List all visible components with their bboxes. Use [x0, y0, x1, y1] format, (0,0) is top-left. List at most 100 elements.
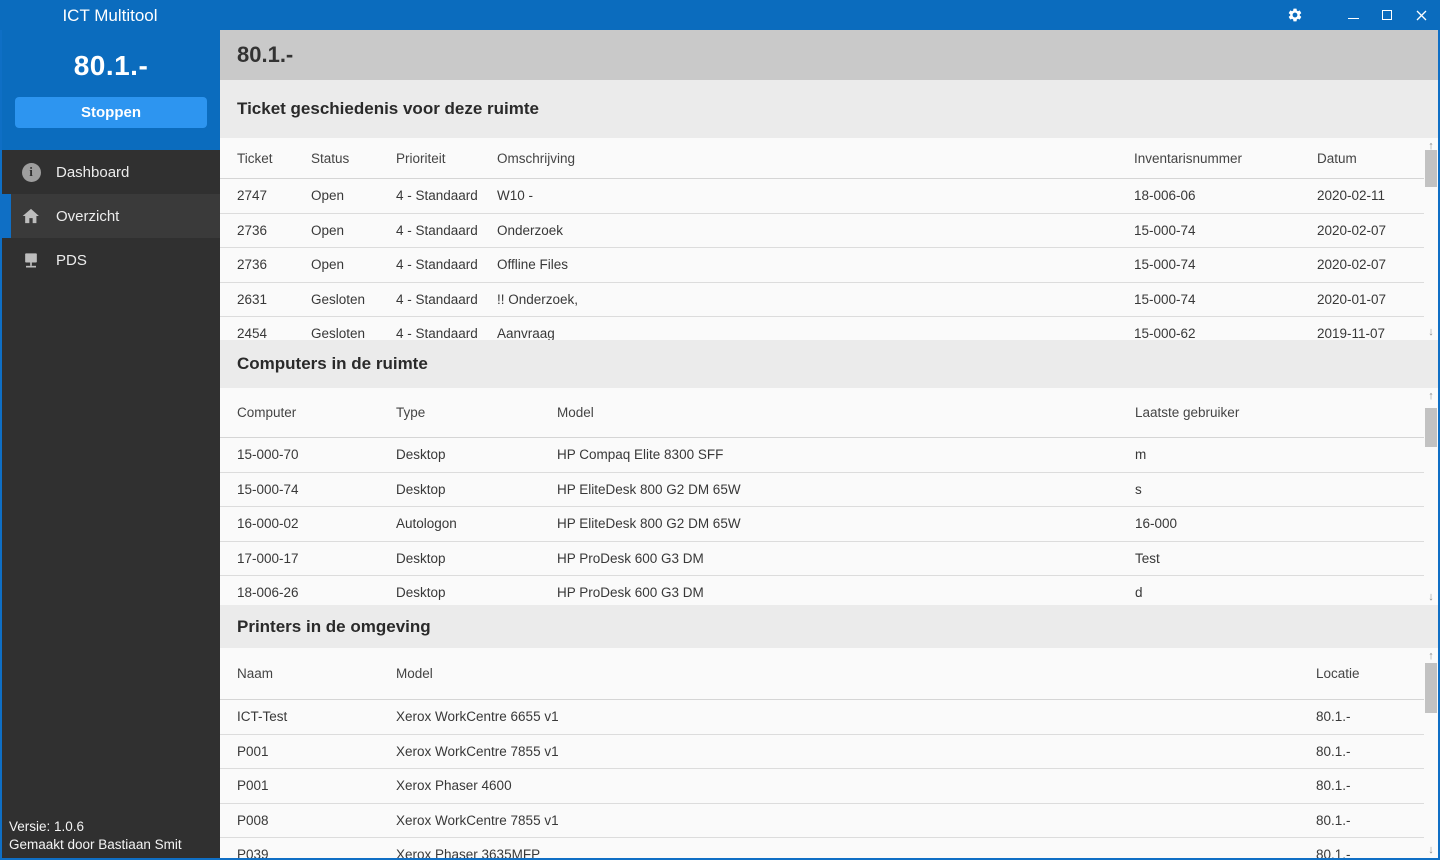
cell: Open: [311, 188, 345, 204]
cell: Xerox WorkCentre 6655 v1: [396, 709, 559, 725]
column-header: Status: [311, 150, 350, 166]
cell: Aanvraag: [497, 326, 555, 340]
table-row: 18-006-26 Desktop HP ProDesk 600 G3 DM d: [220, 576, 1438, 605]
cell: m: [1135, 447, 1147, 463]
table-row: 2747 Open 4 - Standaard W10 - 18-006-06 2020-…: [220, 179, 1438, 214]
cell: W10 -: [497, 188, 534, 204]
sidebar-item-label: PDS: [56, 251, 87, 269]
minimize-icon: [1347, 17, 1359, 19]
version-text: Versie: 1.0.6: [9, 819, 85, 834]
table-header-row: Computer Type Model Laatste gebruiker: [220, 388, 1438, 438]
cell: 4 - Standaard: [396, 222, 478, 238]
scroll-down-icon[interactable]: ↓: [1424, 843, 1438, 857]
cell: 2747: [237, 188, 268, 204]
table-row: 17-000-17 Desktop HP ProDesk 600 G3 DM Test: [220, 542, 1438, 576]
scrollbar-thumb[interactable]: [1425, 150, 1437, 187]
scroll-up-icon[interactable]: ↑: [1424, 649, 1438, 663]
vertical-scrollbar[interactable]: ↑ ↓: [1424, 648, 1438, 858]
cell: 15-000-74: [1134, 257, 1196, 273]
scrollbar-thumb[interactable]: [1425, 663, 1437, 713]
cell: Gesloten: [311, 326, 366, 340]
sidebar-item-overzicht[interactable]: Overzicht: [2, 194, 220, 238]
cell: 4 - Standaard: [396, 257, 478, 273]
cell: 80.1.-: [1316, 709, 1351, 725]
scroll-down-icon[interactable]: ↓: [1424, 590, 1438, 604]
sidebar-item-label: Overzicht: [56, 207, 120, 225]
column-header: Datum: [1317, 150, 1357, 166]
table-row: 15-000-70 Desktop HP Compaq Elite 8300 SFF…: [220, 438, 1438, 473]
cell: s: [1135, 481, 1142, 497]
cell: 18-006-06: [1134, 188, 1196, 204]
settings-button[interactable]: [1278, 0, 1312, 30]
cell: 2020-02-07: [1317, 257, 1387, 273]
cell: 80.1.-: [1316, 743, 1351, 759]
cell: P001: [237, 743, 269, 759]
sidebar-item-pds[interactable]: PDS: [2, 238, 220, 282]
gear-icon: [1287, 7, 1303, 23]
column-header: Laatste gebruiker: [1135, 405, 1240, 420]
column-header: Inventarisnummer: [1134, 150, 1243, 166]
cell: Open: [311, 222, 345, 238]
scrollbar-thumb[interactable]: [1425, 408, 1437, 447]
cell: 2454: [237, 326, 268, 340]
cell: Desktop: [396, 447, 446, 463]
column-header: Locatie: [1316, 666, 1360, 681]
section-header-printers: Printers in de omgeving: [220, 605, 1438, 648]
scroll-up-icon[interactable]: ↑: [1424, 389, 1438, 403]
table-row: 15-000-74 Desktop HP EliteDesk 800 G2 DM 6…: [220, 473, 1438, 507]
cell: HP EliteDesk 800 G2 DM 65W: [557, 516, 741, 532]
maximize-icon: [1382, 10, 1392, 20]
cell: 16-000-02: [237, 516, 299, 532]
cell: 2020-02-11: [1317, 188, 1386, 204]
sidebar-header: 80.1.- Stoppen: [2, 30, 220, 150]
cell: 80.1.-: [1316, 778, 1351, 794]
cell: Desktop: [396, 550, 446, 566]
cell: 15-000-74: [1134, 291, 1196, 307]
cell: Offline Files: [497, 257, 569, 273]
scroll-down-icon[interactable]: ↓: [1424, 325, 1438, 339]
cell: 15-000-70: [237, 447, 299, 463]
table-row: 16-000-02 Autologon HP EliteDesk 800 G2 DM…: [220, 507, 1438, 542]
sidebar-item-dashboard[interactable]: i Dashboard: [2, 150, 220, 194]
printers-table: Naam Model Locatie ICT-Test Xerox WorkCentre…: [220, 648, 1438, 858]
cell: Gesloten: [311, 291, 366, 307]
main-content: 80.1.- Ticket geschiedenis voor deze rui…: [220, 30, 1438, 858]
workstation-icon: [20, 249, 42, 271]
table-header-row: Naam Model Locatie: [220, 648, 1438, 700]
app-window: ICT Multitool 80.1.- Stoppen i Dashboard…: [0, 0, 1440, 860]
column-header: Naam: [237, 666, 274, 681]
cell: 2019-11-07: [1317, 326, 1386, 340]
cell: 80.1.-: [1316, 812, 1351, 828]
column-header: Model: [396, 666, 433, 681]
cell: Desktop: [396, 481, 446, 497]
cell: 4 - Standaard: [396, 326, 478, 340]
cell: 15-000-74: [1134, 222, 1196, 238]
section-header-tickets: Ticket geschiedenis voor deze ruimte: [220, 80, 1438, 138]
table-row: P001 Xerox WorkCentre 7855 v1 80.1.-: [220, 735, 1438, 769]
table-row: P008 Xerox WorkCentre 7855 v1 80.1.-: [220, 804, 1438, 838]
cell: 2736: [237, 257, 268, 273]
cell: 80.1.-: [1316, 847, 1351, 858]
app-title: ICT Multitool: [62, 6, 158, 25]
cell: Xerox Phaser 4600: [396, 778, 512, 794]
credit-text: Gemaakt door Bastiaan Smit: [9, 837, 182, 852]
vertical-scrollbar[interactable]: ↑ ↓: [1424, 388, 1438, 605]
column-header: Prioriteit: [396, 150, 446, 166]
cell: Onderzoek: [497, 222, 564, 238]
stop-button[interactable]: Stoppen: [15, 97, 207, 128]
column-header: Ticket: [237, 150, 273, 166]
cell: HP ProDesk 600 G3 DM: [557, 585, 704, 601]
column-header: Omschrijving: [497, 150, 576, 166]
minimize-button[interactable]: [1336, 0, 1370, 30]
column-header: Model: [557, 405, 594, 420]
cell: d: [1135, 585, 1143, 601]
cell: Open: [311, 257, 345, 273]
page-header-band: 80.1.-: [220, 30, 1438, 80]
info-icon: i: [20, 161, 42, 183]
cell: 2020-01-07: [1317, 291, 1387, 307]
table-header-row: Ticket Status Prioriteit Omschrijving Invent…: [220, 138, 1438, 179]
cell: P001: [237, 778, 269, 794]
vertical-scrollbar[interactable]: ↑ ↓: [1424, 138, 1438, 340]
close-button[interactable]: [1404, 0, 1438, 30]
maximize-button[interactable]: [1370, 0, 1404, 30]
